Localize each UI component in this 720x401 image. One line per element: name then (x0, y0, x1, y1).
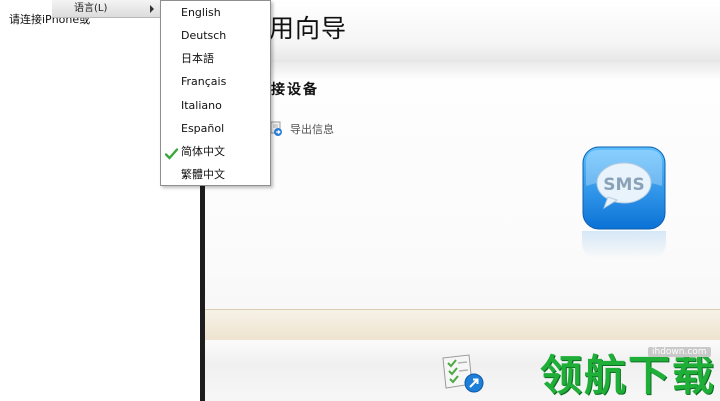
language-dropdown-menu: English Deutsch 日本語 Français Italiano Es… (160, 0, 271, 186)
language-option-espanol[interactable]: Español (161, 117, 270, 140)
language-option-label: Français (181, 75, 227, 88)
language-option-label: Español (181, 122, 225, 135)
menu-item-language-label: 语言(L) (74, 3, 108, 14)
content-separator (205, 309, 720, 341)
language-option-traditional-chinese[interactable]: 繁體中文 (161, 163, 270, 186)
watermark-url: ihdown.com (648, 347, 711, 357)
language-option-deutsch[interactable]: Deutsch (161, 24, 270, 47)
language-option-italiano[interactable]: Italiano (161, 94, 270, 117)
language-option-label: 繁體中文 (181, 168, 225, 181)
sms-app-label: SMS (603, 175, 644, 195)
menu-item-language[interactable]: 语言(L) (56, 0, 160, 17)
language-option-francais[interactable]: Français (161, 70, 270, 93)
language-option-label: Deutsch (181, 29, 227, 42)
export-info-label: 导出信息 (290, 123, 334, 136)
header-shadow (205, 62, 720, 80)
language-option-simplified-chinese[interactable]: 简体中文 (161, 140, 270, 163)
sms-icon-reflection (582, 231, 666, 259)
submenu-arrow-icon (150, 5, 154, 13)
main-panel: 用向导 接设备 导出信息 SMS (205, 0, 720, 401)
language-option-japanese[interactable]: 日本語 (161, 47, 270, 70)
language-option-english[interactable]: English (161, 1, 270, 24)
sms-app-icon[interactable]: SMS (582, 146, 666, 230)
language-option-label: 简体中文 (181, 145, 225, 158)
export-info-link[interactable]: 导出信息 (270, 120, 334, 138)
watermark: 领航下载 ihdown.com (540, 343, 720, 401)
export-icon (270, 121, 284, 137)
page-title: 用向导 (269, 14, 348, 43)
wizard-checklist-icon[interactable] (439, 354, 485, 394)
language-option-label: Italiano (181, 99, 222, 112)
watermark-text: 领航下载 (540, 351, 717, 400)
checkmark-icon (164, 145, 179, 160)
language-option-label: 日本語 (181, 52, 214, 65)
section-title: 接设备 (271, 82, 319, 98)
language-option-label: English (181, 6, 221, 19)
